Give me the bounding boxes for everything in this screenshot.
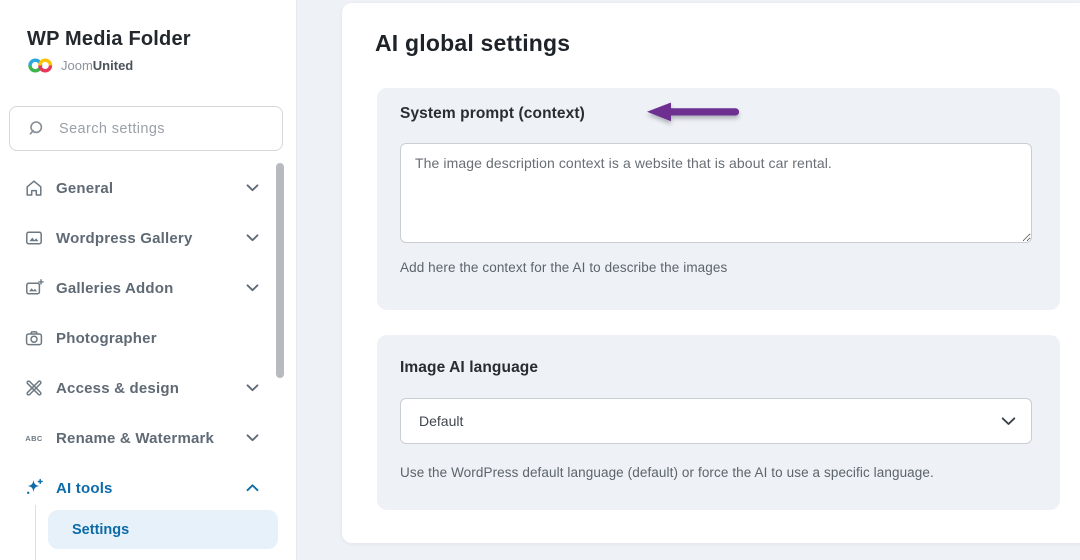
joomunited-logo-icon [27,56,54,75]
svg-text:ABC: ABC [25,434,43,443]
sidebar-item-access-design[interactable]: Access & design [0,363,297,413]
system-prompt-section: System prompt (context) The image descri… [377,88,1060,310]
sidebar-subitem-label: Settings [72,521,130,538]
system-prompt-textarea[interactable]: The image description context is a websi… [400,143,1032,243]
image-ai-language-heading: Image AI language [400,359,539,376]
language-select-value: Default [419,413,464,429]
chevron-down-icon [246,284,259,292]
sidebar-item-photographer[interactable]: Photographer [0,313,297,363]
chevron-down-icon [1001,416,1016,426]
sidebar-item-label: Galleries Addon [56,279,174,297]
annotation-arrow-left-icon [645,100,743,129]
sidebar-item-label: Access & design [56,379,180,397]
chevron-down-icon [246,234,259,242]
sidebar-item-label: Wordpress Gallery [56,229,193,247]
sidebar-item-general[interactable]: General [0,163,297,213]
sidebar-item-label: AI tools [56,479,113,497]
sidebar-item-ai-tools[interactable]: AI tools [0,463,297,513]
page-title: AI global settings [375,30,571,56]
search-settings-box[interactable] [9,106,283,151]
camera-icon [24,328,44,348]
chevron-down-icon [246,384,259,392]
abc-icon: ABC [24,428,44,448]
image-ai-language-section: Image AI language Default Use the WordPr… [377,335,1060,510]
ai-settings-panel: AI global settings System prompt (contex… [342,3,1080,543]
sidebar-item-label: General [56,179,114,197]
search-icon [29,120,46,137]
language-select[interactable]: Default [400,398,1032,444]
sidebar-scrollbar-thumb[interactable] [276,163,284,378]
brand-name: JoomUnited [61,58,134,73]
subitem-tree-line [35,505,36,560]
sidebar-subitem-settings[interactable]: Settings [48,510,278,549]
home-icon [24,178,44,198]
app-title: WP Media Folder [27,28,191,50]
chevron-down-icon [246,434,259,442]
sidebar-nav: General Wordpress Gallery Galleries Addo… [0,163,297,513]
sidebar-item-galleries-addon[interactable]: Galleries Addon [0,263,297,313]
sidebar-item-label: Rename & Watermark [56,429,215,447]
chevron-down-icon [246,184,259,192]
chevron-up-icon [246,484,259,492]
settings-sidebar: WP Media Folder JoomUnited Search settin… [0,0,297,560]
brand-block: WP Media Folder JoomUnited [0,0,296,75]
sidebar-item-rename-watermark[interactable]: ABC Rename & Watermark [0,413,297,463]
design-tools-icon [24,378,44,398]
image-ai-language-help: Use the WordPress default language (defa… [400,465,934,480]
search-input[interactable] [59,120,282,137]
gallery-icon [24,228,44,248]
sidebar-item-label: Photographer [56,329,157,347]
gallery-add-icon [24,278,44,298]
system-prompt-help: Add here the context for the AI to descr… [400,260,728,275]
ai-sparkle-icon [24,478,44,498]
sidebar-item-wordpress-gallery[interactable]: Wordpress Gallery [0,213,297,263]
